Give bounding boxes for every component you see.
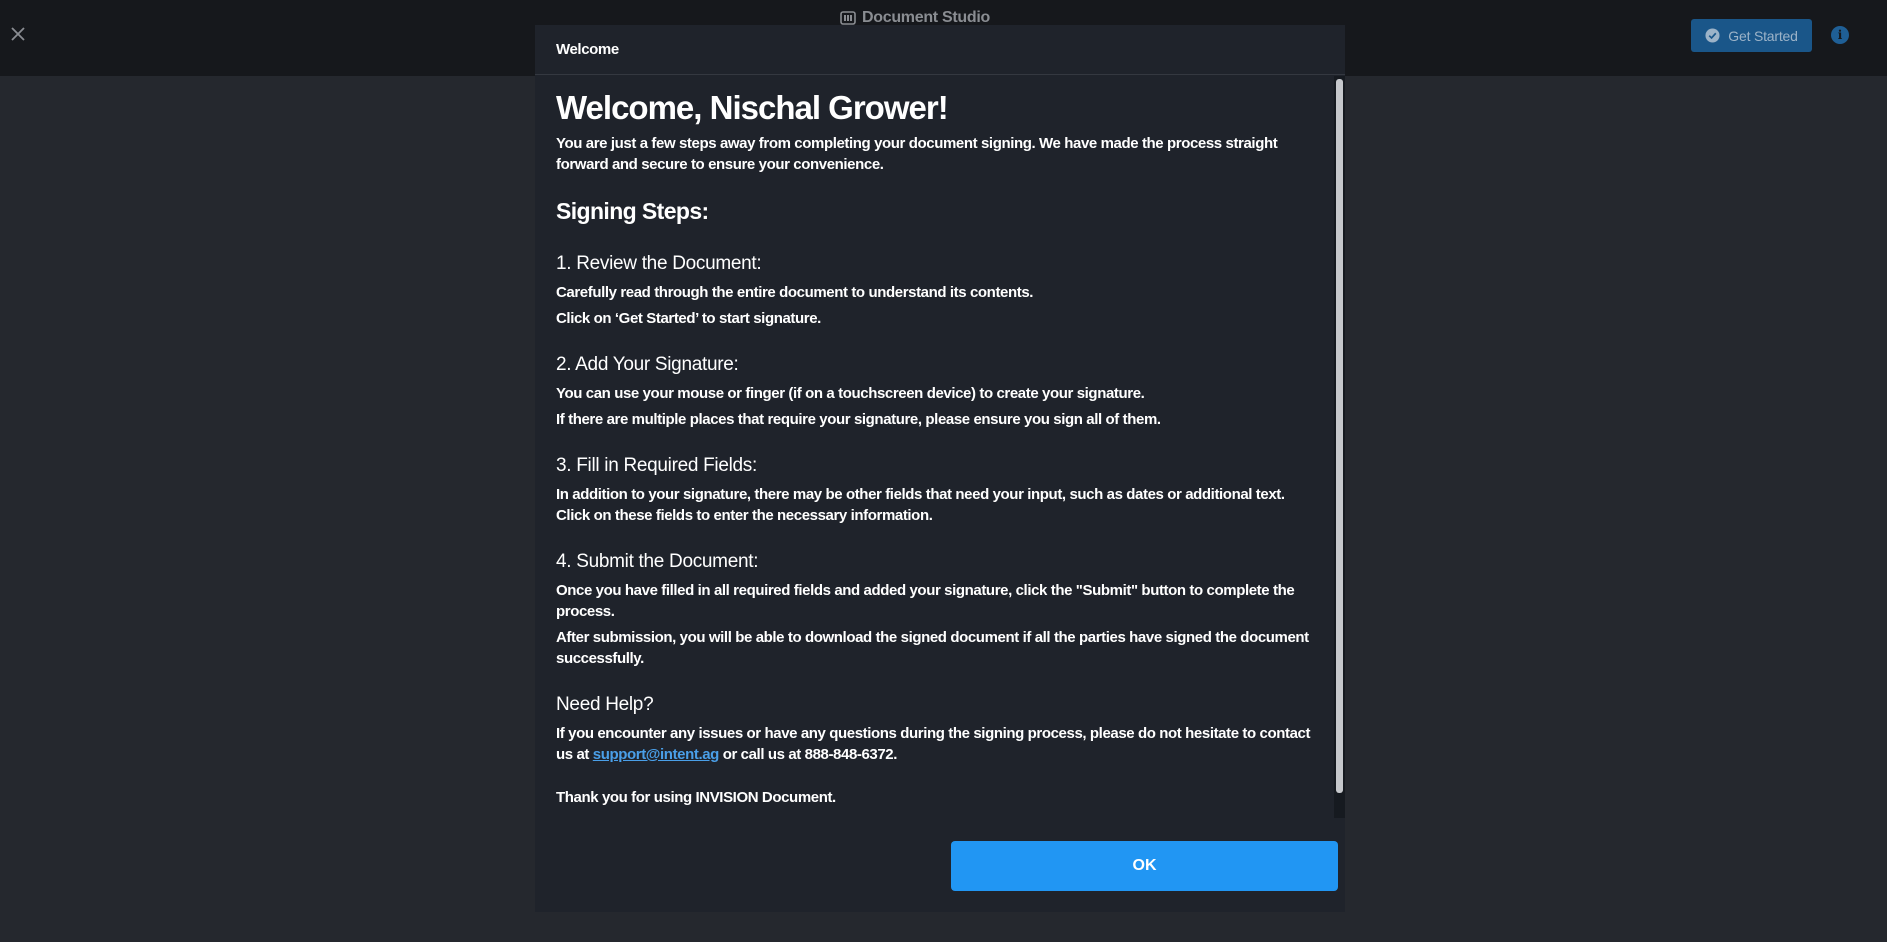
help-title: Need Help? xyxy=(556,694,654,715)
modal-title: Welcome xyxy=(556,41,619,58)
help-text-after: or call us at 888-848-6372. xyxy=(718,746,898,763)
modal-scrollbar[interactable] xyxy=(1334,76,1345,818)
get-started-button[interactable]: Get Started xyxy=(1691,19,1812,52)
step-text: You can use your mouse or finger (if on … xyxy=(556,385,1145,402)
help-text: If you encounter any issues or have any … xyxy=(556,723,1314,765)
help-section: Need Help? If you encounter any issues o… xyxy=(556,693,1314,765)
close-button[interactable] xyxy=(8,24,28,44)
intro-text: You are just a few steps away from compl… xyxy=(556,135,1278,173)
info-button[interactable]: i xyxy=(1831,26,1849,44)
step-text: In addition to your signature, there may… xyxy=(556,486,1285,524)
welcome-modal: Welcome Welcome, Nischal Grower! You are… xyxy=(535,25,1345,912)
welcome-heading: Welcome, Nischal Grower! xyxy=(556,89,949,126)
support-email-link[interactable]: support@intent.ag xyxy=(593,746,720,763)
info-icon: i xyxy=(1837,28,1843,42)
signing-steps-heading: Signing Steps: xyxy=(556,198,709,224)
step-signature: 2. Add Your Signature: You can use your … xyxy=(556,353,1314,430)
close-icon xyxy=(11,27,25,41)
modal-header: Welcome xyxy=(535,25,1345,75)
step-text: Once you have filled in all required fie… xyxy=(556,582,1295,620)
document-studio-icon xyxy=(840,11,856,25)
step-submit: 4. Submit the Document: Once you have fi… xyxy=(556,550,1314,669)
step-review: 1. Review the Document: Carefully read t… xyxy=(556,252,1314,329)
step-text: Click on ‘Get Started’ to start signatur… xyxy=(556,310,821,327)
step-text: If there are multiple places that requir… xyxy=(556,411,1161,428)
scrollbar-thumb[interactable] xyxy=(1336,79,1343,793)
get-started-label: Get Started xyxy=(1728,27,1798,44)
check-circle-icon xyxy=(1705,28,1720,43)
modal-content: Welcome, Nischal Grower! You are just a … xyxy=(556,88,1314,808)
ok-button[interactable]: OK xyxy=(951,841,1338,891)
step-text: Carefully read through the entire docume… xyxy=(556,284,1034,301)
step-title: 4. Submit the Document: xyxy=(556,551,759,572)
step-title: 3. Fill in Required Fields: xyxy=(556,455,757,476)
thank-you-text: Thank you for using INVISION Document. xyxy=(556,789,836,806)
step-title: 1. Review the Document: xyxy=(556,253,762,274)
modal-body[interactable]: Welcome, Nischal Grower! You are just a … xyxy=(535,76,1345,818)
step-text: After submission, you will be able to do… xyxy=(556,629,1309,667)
step-fields: 3. Fill in Required Fields: In addition … xyxy=(556,454,1314,526)
step-title: 2. Add Your Signature: xyxy=(556,354,739,375)
